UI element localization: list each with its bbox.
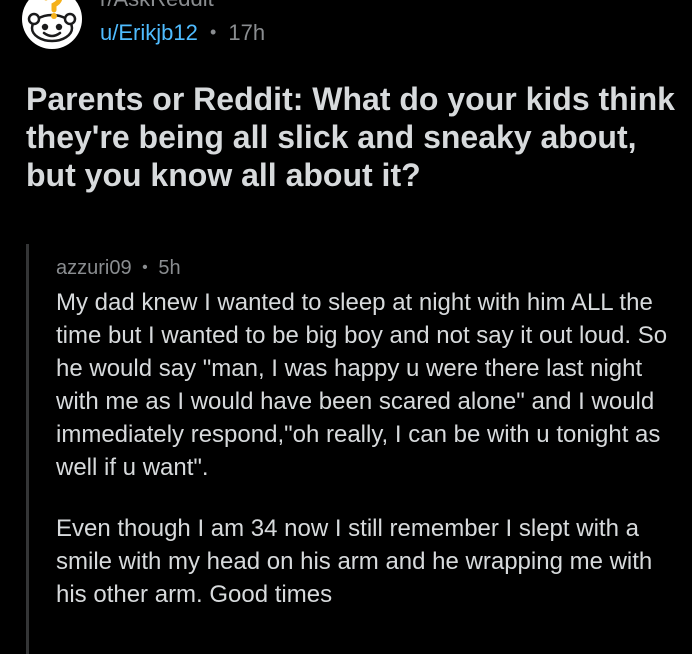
snoo-question-icon — [22, 0, 82, 49]
comment-body: My dad knew I wanted to sleep at night w… — [56, 286, 686, 611]
comment-age: 5h — [158, 257, 181, 279]
meta-separator: • — [142, 259, 148, 276]
post-title[interactable]: Parents or Reddit: What do your kids thi… — [26, 80, 676, 194]
post-meta: u/Erikjb12 • 17h — [100, 19, 265, 48]
comment-author-link[interactable]: azzuri09 — [56, 257, 132, 279]
post-age: 17h — [228, 20, 266, 45]
post-author-link[interactable]: u/Erikjb12 — [100, 20, 198, 45]
comment-paragraph: My dad knew I wanted to sleep at night w… — [56, 289, 668, 481]
meta-separator: • — [209, 22, 217, 42]
comment-meta: azzuri09 • 5h — [56, 256, 181, 282]
comment: azzuri09 • 5h My dad knew I wanted to sl… — [26, 244, 692, 654]
subreddit-name[interactable]: r/AskReddit — [100, 0, 214, 12]
subreddit-avatar-icon[interactable] — [19, 0, 85, 50]
comment-paragraph: Even though I am 34 now I still remember… — [56, 515, 653, 608]
post-header: r/AskReddit u/Erikjb12 • 17h — [0, 0, 692, 60]
